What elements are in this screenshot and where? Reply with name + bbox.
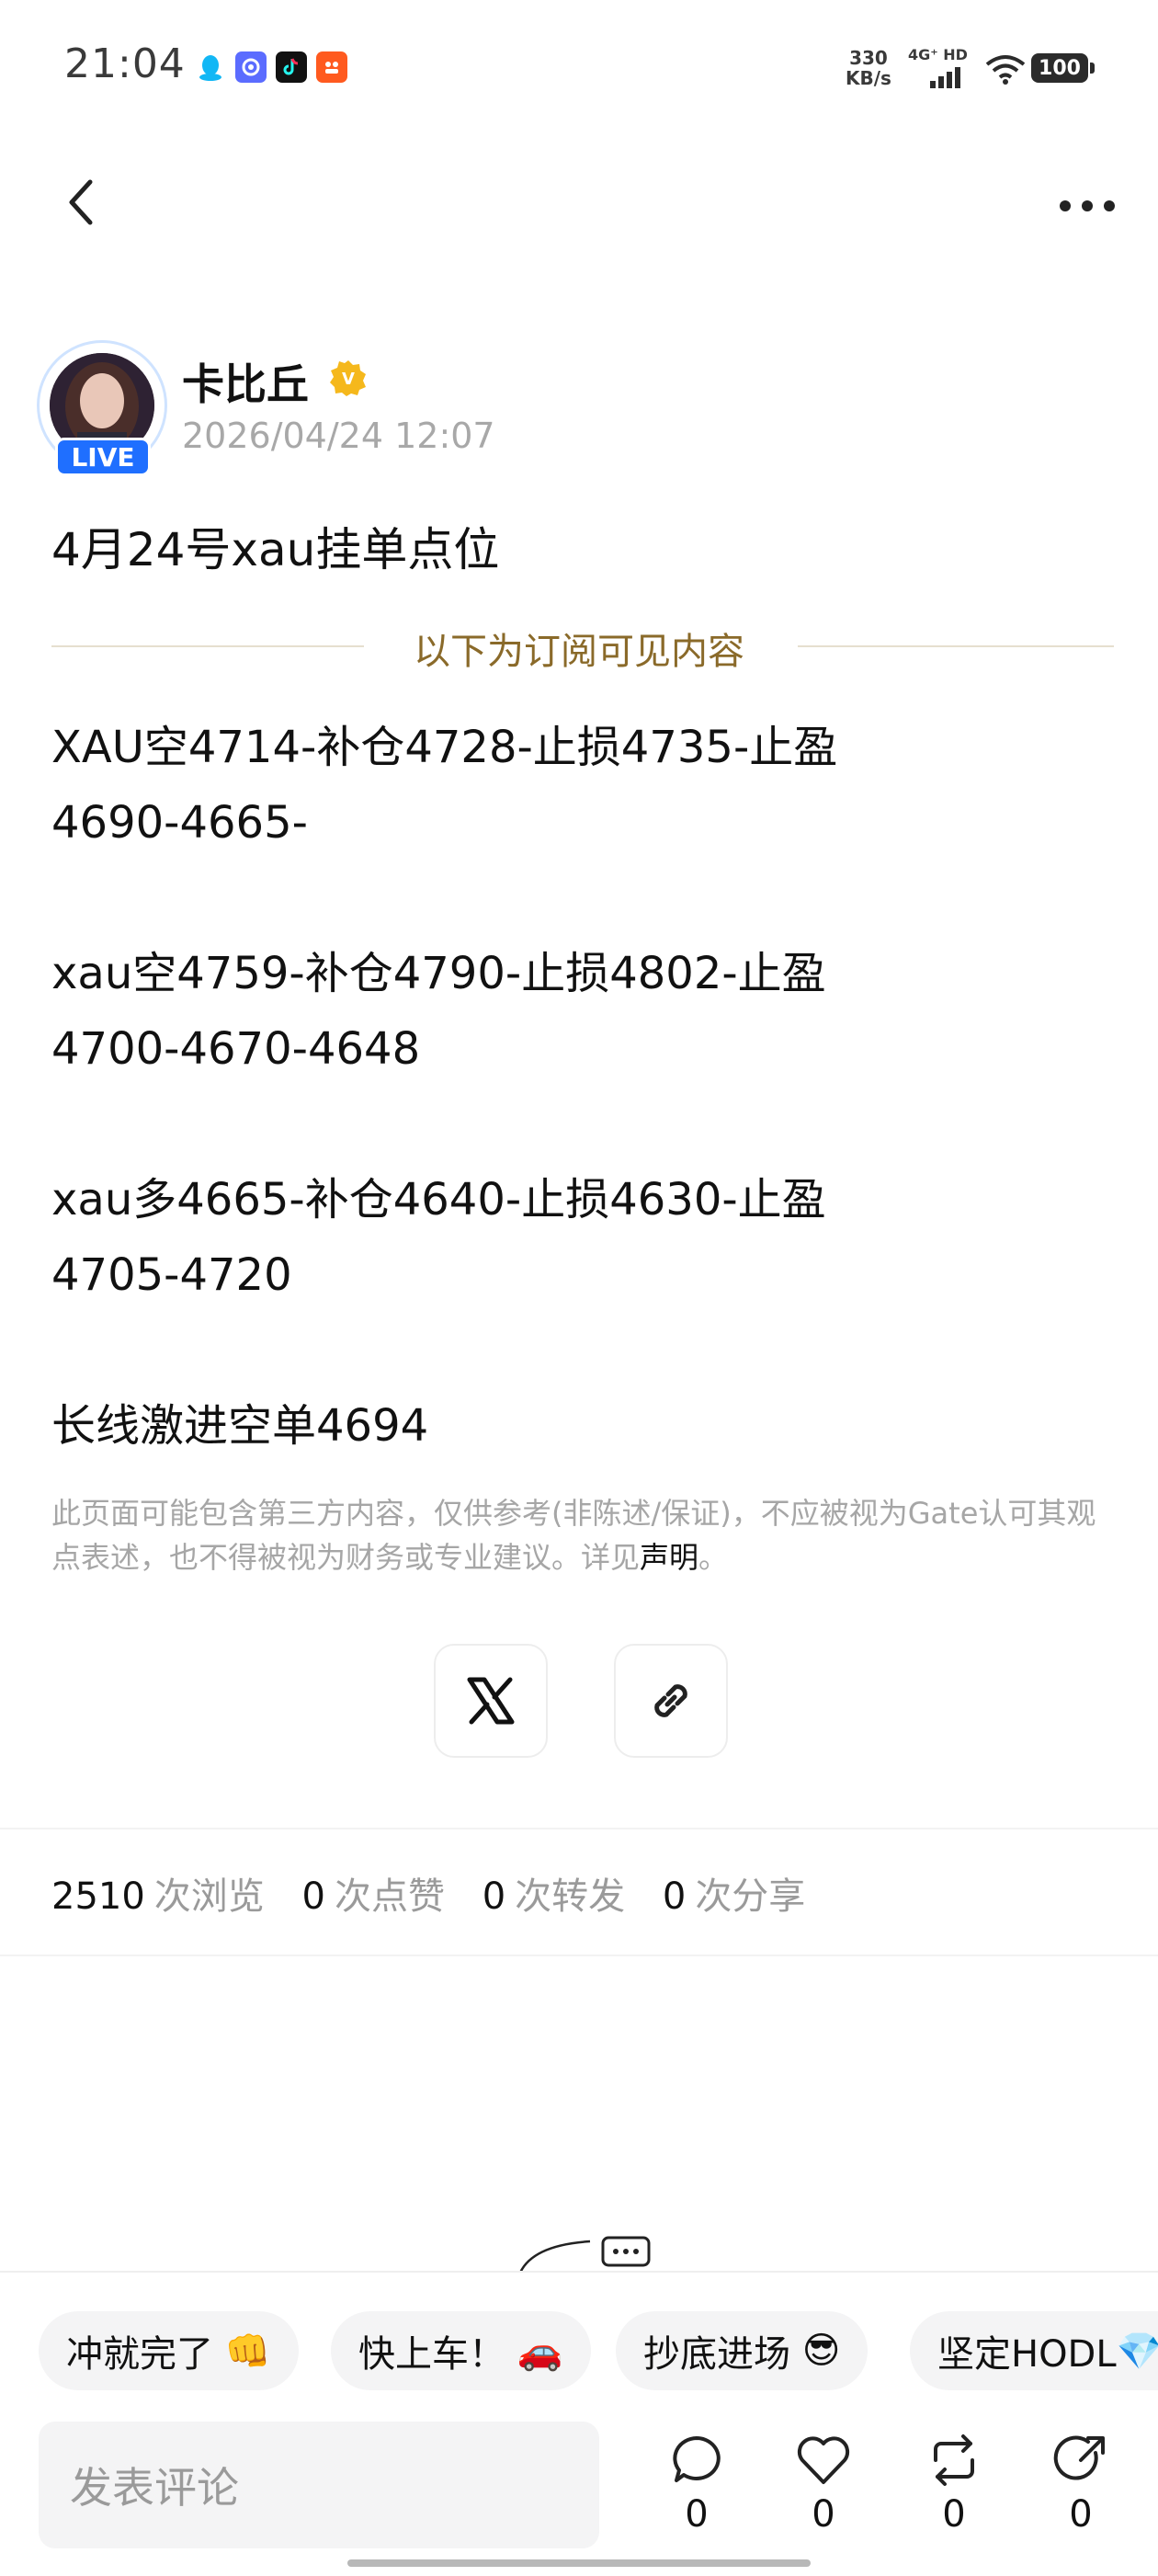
share-count: 0 bbox=[1069, 2493, 1093, 2536]
quick-reply-chip[interactable]: 冲就完了 👊 bbox=[39, 2311, 299, 2390]
post-title: 4月24号xau挂单点位 bbox=[51, 523, 500, 576]
network-speed: 330 KB/s bbox=[846, 47, 891, 89]
copy-link-button[interactable] bbox=[614, 1644, 728, 1758]
tiktok-app-icon bbox=[276, 51, 307, 83]
battery-indicator: 100 bbox=[1031, 53, 1088, 83]
battery-tip bbox=[1090, 63, 1095, 74]
disclaimer-text: 此页面可能包含第三方内容，仅供参考(非陈述/保证)，不应被视为Gate认可其观点… bbox=[51, 1496, 1096, 1575]
browser-app-icon bbox=[235, 51, 267, 83]
comment-count: 0 bbox=[685, 2493, 709, 2536]
verified-badge-icon: V bbox=[330, 360, 366, 396]
comment-bubble-icon bbox=[673, 2436, 721, 2482]
content-line: xau空4759-补仓4790-止损4802-止盈 bbox=[51, 948, 826, 999]
more-dots-icon bbox=[1060, 200, 1115, 211]
content-line: xau多4665-补仓4640-止损4630-止盈 bbox=[51, 1174, 826, 1225]
post-stats: 2510 次浏览 0 次点赞 0 次转发 0 次分享 bbox=[51, 1866, 831, 1920]
author-name[interactable]: 卡比丘 bbox=[182, 351, 309, 412]
content-line: 长线激进空单4694 bbox=[51, 1400, 429, 1452]
content-gap bbox=[51, 1087, 1108, 1162]
live-badge: LIVE bbox=[55, 438, 151, 476]
car-emoji-icon: 🚗 bbox=[517, 2330, 563, 2373]
back-button[interactable] bbox=[55, 177, 107, 228]
like-action[interactable]: 0 bbox=[787, 2433, 860, 2536]
post-content: XAU空4714-补仓4728-止损4735-止盈 4690-4665- xau… bbox=[51, 710, 1108, 1464]
content-gap bbox=[51, 1313, 1108, 1388]
signal-icon bbox=[930, 67, 960, 88]
content-line: 4690-4665- bbox=[51, 797, 308, 849]
post-timestamp: 2026/04/24 12:07 bbox=[182, 416, 495, 456]
reposts-count: 0 bbox=[482, 1875, 506, 1918]
comment-action[interactable]: 0 bbox=[660, 2433, 733, 2536]
svg-text:V: V bbox=[342, 370, 355, 389]
repost-icon bbox=[934, 2434, 974, 2486]
shop-app-icon bbox=[316, 51, 347, 83]
content-gap bbox=[51, 861, 1108, 936]
views-label: 次浏览 bbox=[153, 1875, 265, 1918]
quick-reply-chip[interactable]: 快上车！ 🚗 bbox=[331, 2311, 591, 2390]
heart-icon bbox=[797, 2436, 850, 2484]
fist-emoji-icon: 👊 bbox=[224, 2330, 271, 2373]
content-line: 4705-4720 bbox=[51, 1249, 292, 1301]
shares-label: 次分享 bbox=[695, 1875, 806, 1918]
content-line: 4700-4670-4648 bbox=[51, 1023, 421, 1075]
more-options-button[interactable] bbox=[1048, 180, 1127, 232]
stats-bottom-separator bbox=[0, 1955, 1158, 1956]
stats-top-separator bbox=[0, 1828, 1158, 1829]
link-icon bbox=[654, 1684, 687, 1717]
x-logo-icon bbox=[467, 1677, 515, 1725]
network-type: 4G⁺ HD bbox=[908, 46, 968, 63]
disclaimer: 此页面可能包含第三方内容，仅供参考(非陈述/保证)，不应被视为Gate认可其观点… bbox=[51, 1491, 1108, 1579]
home-indicator[interactable] bbox=[347, 2559, 811, 2567]
like-count: 0 bbox=[812, 2493, 835, 2536]
chevron-left-icon bbox=[69, 179, 93, 225]
share-action[interactable]: 0 bbox=[1044, 2433, 1118, 2536]
views-count: 2510 bbox=[51, 1875, 145, 1918]
share-x-button[interactable] bbox=[434, 1644, 548, 1758]
disclaimer-link[interactable]: 声明 bbox=[640, 1540, 698, 1575]
divider-right bbox=[798, 645, 1114, 647]
content-line: XAU空4714-补仓4728-止损4735-止盈 bbox=[51, 722, 838, 773]
quick-reply-chip[interactable]: 抄底进场 😎 bbox=[616, 2311, 868, 2390]
subscription-divider-label: 以下为订阅可见内容 bbox=[414, 631, 744, 673]
sunglasses-emoji-icon: 😎 bbox=[801, 2330, 841, 2372]
quick-reply-chip[interactable]: 坚定HODL 💎 bbox=[910, 2311, 1158, 2390]
reposts-label: 次转发 bbox=[515, 1875, 626, 1918]
qq-app-icon bbox=[195, 51, 226, 83]
shares-count: 0 bbox=[662, 1875, 687, 1918]
repost-count: 0 bbox=[942, 2493, 966, 2536]
share-arrow-icon bbox=[1053, 2435, 1105, 2480]
likes-count: 0 bbox=[301, 1875, 325, 1918]
chat-bubble-decoration-icon bbox=[518, 2236, 651, 2273]
disclaimer-end: 。 bbox=[698, 1540, 729, 1575]
gem-emoji-icon: 💎 bbox=[1116, 2330, 1158, 2373]
divider-left bbox=[51, 645, 364, 647]
comment-input[interactable]: 发表评论 bbox=[39, 2422, 599, 2548]
likes-label: 次点赞 bbox=[334, 1875, 445, 1918]
status-time: 21:04 bbox=[64, 40, 186, 87]
wifi-icon bbox=[985, 55, 1026, 85]
repost-action[interactable]: 0 bbox=[917, 2433, 991, 2536]
